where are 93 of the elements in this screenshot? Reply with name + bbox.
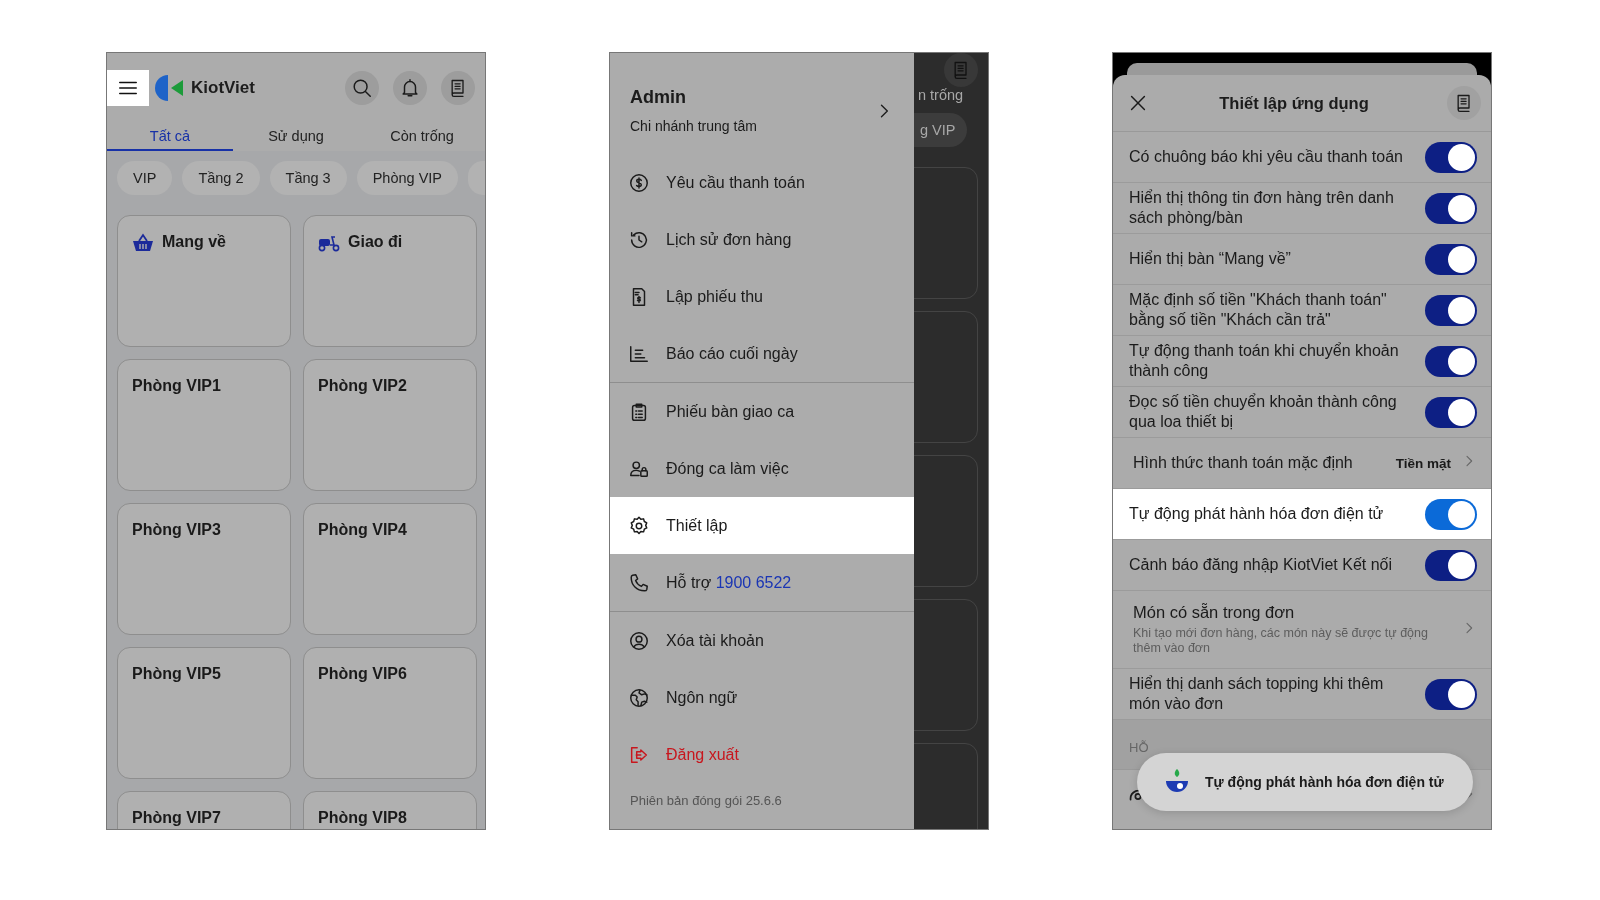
table-name: Phòng VIP4 [318, 520, 407, 540]
setting-label: Hình thức thanh toán mặc định [1132, 453, 1354, 473]
toggle-switch[interactable] [1425, 192, 1477, 224]
book-button[interactable] [1447, 86, 1481, 120]
globe-icon [628, 686, 650, 709]
setting-label: Hiển thị danh sách topping khi thêm món vào đơn [1129, 674, 1385, 714]
menu-item[interactable]: Lập phiếu thu [610, 268, 914, 325]
phone-link[interactable]: 1900 6522 [715, 573, 792, 591]
toggle-switch[interactable] [1425, 396, 1477, 428]
menu-item[interactable]: Đóng ca làm việc [610, 440, 914, 497]
menu-item[interactable]: Xóa tài khoản [610, 612, 914, 669]
setting-label: Hiển thị thông tin đơn hàng trên danh sách phòng/bàn [1129, 188, 1395, 228]
menu-item[interactable]: Yêu cầu thanh toán [610, 154, 914, 211]
setting-label: Tự động phát hành hóa đơn điện tử [1129, 504, 1385, 524]
area-chip[interactable]: Tầng 3 [269, 161, 347, 195]
settings-icon [628, 514, 650, 537]
table-card[interactable]: Mang về [117, 215, 291, 347]
setting-row[interactable]: Mặc định số tiền "Khách thanh toán" bằng số tiền "Khách cần trả" [1113, 285, 1491, 336]
table-card[interactable]: Phòng VIP3 [117, 503, 291, 635]
basket-icon [132, 233, 154, 253]
user-icon [628, 629, 650, 652]
book-button[interactable] [441, 71, 475, 105]
notification-button[interactable] [393, 71, 427, 105]
setting-row[interactable]: Tự động phát hành hóa đơn điện tử [1113, 489, 1491, 540]
area-chip[interactable]: g VIP [914, 113, 968, 147]
setting-label: Cảnh báo đăng nhập KiotViet Kết nối [1129, 555, 1394, 575]
menu-item[interactable]: Phiếu bàn giao ca [610, 383, 914, 440]
table-name: Mang về [162, 232, 226, 252]
area-chip[interactable]: Phòng VIP [356, 161, 458, 195]
setting-label: Có chuông báo khi yêu cầu thanh toán [1129, 147, 1404, 167]
setting-row[interactable]: Món có sẵn trong đơn Khi tạo mới đơn hàng, các món này sẽ được tự động thêm vào đơn [1113, 591, 1491, 669]
branch-name: Chi nhánh trung tâm [630, 118, 758, 134]
scooter-icon [318, 233, 340, 253]
setting-label: Tự động thanh toán khi chuyển khoản thành công [1129, 341, 1400, 381]
setting-row[interactable]: Đọc số tiền chuyển khoản thành công qua loa thiết bị [1113, 387, 1491, 438]
toggle-switch[interactable] [1425, 294, 1477, 326]
setting-row[interactable]: Hiển thị thông tin đơn hàng trên danh sách phòng/bàn [1113, 183, 1491, 234]
toggle-switch[interactable] [1425, 498, 1477, 530]
table-card[interactable]: Phòng VIP7 [117, 791, 291, 829]
toast-text: Tự động phát hành hóa đơn điện tử [1205, 774, 1444, 790]
setting-row[interactable]: Có chuông báo khi yêu cầu thanh toán [1113, 132, 1491, 183]
version-text: Phiên bản đóng gói 25.6.6 [629, 792, 783, 810]
toggle-switch[interactable] [1425, 141, 1477, 173]
setting-label: Món có sẵn trong đơn [1133, 603, 1296, 622]
table-name: Phòng VIP8 [318, 808, 407, 828]
menu-item[interactable]: Hỗ trợ 1900 6522 [610, 554, 914, 611]
table-card[interactable]: Phòng VIP4 [303, 503, 477, 635]
setting-label: Mặc định số tiền "Khách thanh toán" bằng số tiền "Khách cần trả" [1129, 290, 1388, 330]
menu-item[interactable]: Báo cáo cuối ngày [610, 325, 914, 382]
area-chip[interactable]: VIP [117, 161, 173, 195]
table-name: Phòng VIP1 [132, 376, 221, 396]
setting-row[interactable]: Cảnh báo đăng nhập KiotViet Kết nối [1113, 540, 1491, 591]
table-card[interactable]: Giao đi [303, 215, 477, 347]
search-icon [351, 77, 373, 99]
table-name: Phòng VIP7 [132, 808, 221, 828]
app-name: KiotViet [191, 78, 256, 98]
table-name: Phòng VIP2 [318, 376, 407, 396]
setting-description: Khi tạo mới đơn hàng, các món này sẽ được tự động thêm vào đơn [1133, 626, 1429, 656]
toggle-switch[interactable] [1425, 678, 1477, 710]
user-name: Admin [630, 87, 687, 108]
section-label: HỖ [1129, 740, 1149, 755]
filter-tab[interactable]: Sử dụng [233, 123, 359, 151]
menu-item[interactable]: Lịch sử đơn hàng [610, 211, 914, 268]
setting-row[interactable]: Hiển thị bàn “Mang về” [1113, 234, 1491, 285]
menu-button[interactable] [107, 70, 149, 106]
table-card[interactable]: Phòng VIP5 [117, 647, 291, 779]
menu-item[interactable]: Thiết lập [610, 497, 914, 554]
toggle-switch[interactable] [1425, 345, 1477, 377]
filter-tab[interactable]: Còn trống [359, 123, 485, 151]
setting-row[interactable]: Tự động thanh toán khi chuyển khoản thành công [1113, 336, 1491, 387]
table-card[interactable]: Phòng VIP6 [303, 647, 477, 779]
setting-label: Đọc số tiền chuyển khoản thành công qua loa thiết bị [1129, 392, 1398, 432]
table-card[interactable]: Phòng VIP8 [303, 791, 477, 829]
account-header[interactable]: Admin Chi nhánh trung tâm [610, 53, 914, 154]
table-name: Phòng VIP5 [132, 664, 221, 684]
phone-icon [628, 571, 650, 594]
table-name: Giao đi [348, 232, 403, 252]
search-button[interactable] [345, 71, 379, 105]
sheet-title: Thiết lập ứng dụng [1218, 93, 1370, 113]
menu-item[interactable]: Ngôn ngữ [610, 669, 914, 726]
toggle-switch[interactable] [1425, 549, 1477, 581]
dollar-icon [628, 171, 650, 194]
table-name: Phòng VIP3 [132, 520, 221, 540]
toggle-switch[interactable] [1425, 243, 1477, 275]
table-card[interactable]: Phòng VIP1 [117, 359, 291, 491]
filter-tab[interactable]: n trống [914, 87, 964, 103]
table-card[interactable]: Phòng VIP2 [303, 359, 477, 491]
filter-tab[interactable]: Tất cả [107, 123, 233, 151]
logo-icon [155, 73, 185, 103]
setting-value: Tiền mặt [1395, 455, 1451, 471]
table-name: Phòng VIP6 [318, 664, 407, 684]
area-chip[interactable]: Tầng 2 [182, 161, 260, 195]
setting-label: Hiển thị bàn “Mang về” [1129, 249, 1292, 269]
